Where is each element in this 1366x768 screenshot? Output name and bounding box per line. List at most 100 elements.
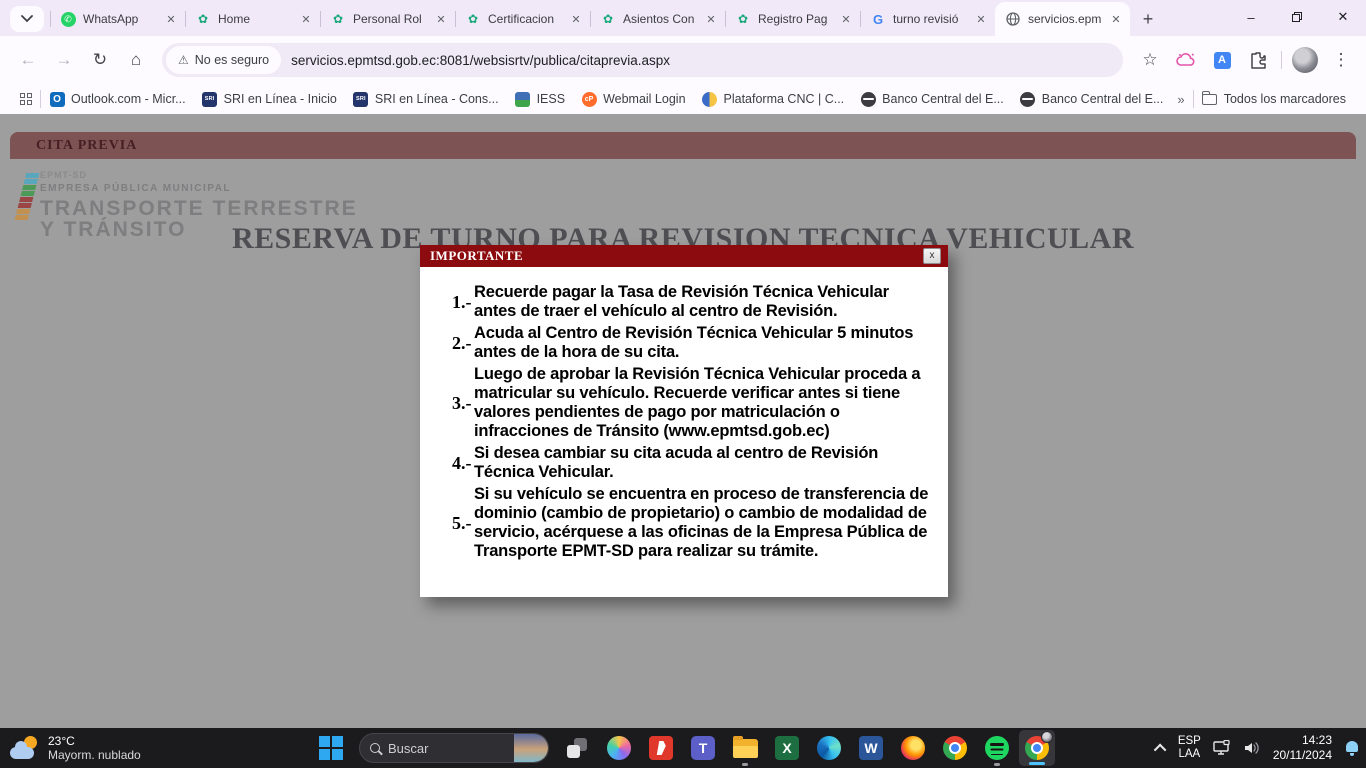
firefox-icon: [901, 736, 925, 760]
translate-icon[interactable]: A: [1209, 44, 1235, 76]
minimize-button[interactable]: –: [1228, 0, 1274, 34]
modal-body: 1.- Recuerde pagar la Tasa de Revisión T…: [420, 267, 948, 561]
profile-avatar[interactable]: [1292, 47, 1318, 73]
windows-taskbar: 23°C Mayorm. nublado Buscar T X W ESP LA…: [0, 728, 1366, 768]
iess-icon: [515, 91, 531, 107]
security-chip[interactable]: ⚠ No es seguro: [166, 46, 281, 74]
tab-personal-rol[interactable]: ✿ Personal Rol ✕: [320, 2, 455, 36]
chrome-active-button[interactable]: [1019, 730, 1055, 766]
address-bar[interactable]: ⚠ No es seguro servicios.epmtsd.gob.ec:8…: [162, 43, 1123, 77]
bookmark-sri-inicio[interactable]: SRI SRI en Línea - Inicio: [194, 88, 345, 110]
apps-shortcut-button[interactable]: [12, 90, 40, 108]
tab-registro-pag[interactable]: ✿ Registro Pag ✕: [725, 2, 860, 36]
tab-certificacion[interactable]: ✿ Certificacion ✕: [455, 2, 590, 36]
importante-modal: IMPORTANTE x 1.- Recuerde pagar la Tasa …: [420, 245, 948, 597]
tab-servicios-active[interactable]: servicios.epm ✕: [995, 2, 1130, 36]
windows-logo-icon: [319, 736, 343, 760]
tab-label: Asientos Con: [623, 12, 703, 26]
back-button[interactable]: ←: [12, 44, 44, 76]
whatsapp-icon: ✆: [60, 11, 76, 27]
item-number: 5.-: [436, 513, 474, 534]
tab-label: Certificacion: [488, 12, 568, 26]
copilot-button[interactable]: [599, 728, 639, 768]
taskbar-search[interactable]: Buscar: [359, 733, 549, 763]
extensions-puzzle-icon[interactable]: [1245, 44, 1271, 76]
all-bookmarks-button[interactable]: Todos los marcadores: [1194, 88, 1354, 110]
close-window-button[interactable]: ✕: [1320, 0, 1366, 34]
bookmark-banco-central-2[interactable]: Banco Central del E...: [1012, 88, 1172, 110]
epmt-favicon-icon: ✿: [195, 11, 211, 27]
tab-close-icon[interactable]: ✕: [433, 11, 449, 27]
item-text: Acuda al Centro de Revisión Técnica Vehi…: [474, 324, 934, 362]
epmt-favicon-icon: ✿: [330, 11, 346, 27]
bookmark-banco-central-1[interactable]: Banco Central del E...: [852, 88, 1012, 110]
tab-close-icon[interactable]: ✕: [298, 11, 314, 27]
bookmark-webmail[interactable]: cP Webmail Login: [573, 88, 693, 110]
cnc-icon: [702, 91, 718, 107]
tab-close-icon[interactable]: ✕: [703, 11, 719, 27]
teams-button[interactable]: T: [683, 728, 723, 768]
modal-item-3: 3.- Luego de aprobar la Revisión Técnica…: [436, 365, 934, 441]
volume-icon[interactable]: [1243, 740, 1261, 756]
tab-close-icon[interactable]: ✕: [838, 11, 854, 27]
bookmark-label: Plataforma CNC | C...: [724, 92, 845, 106]
hidden-icons-chevron[interactable]: [1154, 743, 1167, 756]
search-icon: [370, 743, 380, 753]
tray-date: 20/11/2024: [1273, 748, 1332, 763]
word-button[interactable]: W: [851, 728, 891, 768]
bookmarks-overflow-chevron[interactable]: »: [1171, 92, 1190, 107]
network-icon[interactable]: [1213, 740, 1231, 756]
task-view-button[interactable]: [557, 728, 597, 768]
tab-label: Home: [218, 12, 298, 26]
tab-close-icon[interactable]: ✕: [163, 11, 179, 27]
sri-icon: SRI: [202, 91, 218, 107]
teams-icon: T: [691, 736, 715, 760]
restore-icon: [1292, 12, 1302, 22]
pdf-app-button[interactable]: [641, 728, 681, 768]
item-text: Luego de aprobar la Revisión Técnica Veh…: [474, 365, 934, 441]
forward-button[interactable]: →: [48, 44, 80, 76]
tab-close-icon[interactable]: ✕: [973, 11, 989, 27]
weather-extension-icon[interactable]: [1173, 44, 1199, 76]
modal-close-button[interactable]: x: [923, 248, 941, 264]
tab-turno-revision[interactable]: G turno revisió ✕: [860, 2, 995, 36]
tab-close-icon[interactable]: ✕: [568, 11, 584, 27]
item-text: Si su vehículo se encuentra en proceso d…: [474, 485, 934, 561]
new-tab-button[interactable]: +: [1134, 5, 1162, 33]
task-view-icon: [567, 738, 587, 758]
weather-widget[interactable]: 23°C Mayorm. nublado: [10, 734, 141, 762]
translate-badge: A: [1214, 52, 1231, 69]
tab-label: Personal Rol: [353, 12, 433, 26]
tab-whatsapp[interactable]: ✆ WhatsApp ✕: [50, 2, 185, 36]
tab-home[interactable]: ✿ Home ✕: [185, 2, 320, 36]
bookmark-cnc[interactable]: Plataforma CNC | C...: [694, 88, 853, 110]
home-button[interactable]: ⌂: [120, 44, 152, 76]
edge-button[interactable]: [809, 728, 849, 768]
clock-widget[interactable]: 14:23 20/11/2024: [1273, 733, 1332, 763]
tab-close-icon[interactable]: ✕: [1108, 11, 1124, 27]
firefox-button[interactable]: [893, 728, 933, 768]
bookmark-sri-consultas[interactable]: SRI SRI en Línea - Cons...: [345, 88, 507, 110]
start-button[interactable]: [311, 728, 351, 768]
bookmark-star-icon[interactable]: ☆: [1137, 44, 1163, 76]
language-indicator[interactable]: ESP LAA: [1178, 735, 1201, 761]
browser-toolbar: ← → ↻ ⌂ ⚠ No es seguro servicios.epmtsd.…: [0, 36, 1366, 84]
browser-menu-icon[interactable]: ⋮: [1328, 44, 1354, 76]
tab-search-button[interactable]: [10, 6, 44, 32]
excel-button[interactable]: X: [767, 728, 807, 768]
chrome-button[interactable]: [935, 728, 975, 768]
spotify-button[interactable]: [977, 728, 1017, 768]
bookmarks-bar: O Outlook.com - Micr... SRI SRI en Línea…: [0, 84, 1366, 114]
modal-item-1: 1.- Recuerde pagar la Tasa de Revisión T…: [436, 283, 934, 321]
bookmark-iess[interactable]: IESS: [507, 88, 574, 110]
restore-button[interactable]: [1274, 0, 1320, 34]
tab-asientos[interactable]: ✿ Asientos Con ✕: [590, 2, 725, 36]
bookmark-outlook[interactable]: O Outlook.com - Micr...: [41, 88, 194, 110]
file-explorer-button[interactable]: [725, 728, 765, 768]
item-text: Si desea cambiar su cita acuda al centro…: [474, 444, 934, 482]
tab-label: Registro Pag: [758, 12, 838, 26]
notification-bell-icon[interactable]: [1344, 740, 1360, 756]
weather-condition: Mayorm. nublado: [48, 748, 141, 762]
language-line1: ESP: [1178, 735, 1201, 748]
reload-button[interactable]: ↻: [84, 44, 116, 76]
